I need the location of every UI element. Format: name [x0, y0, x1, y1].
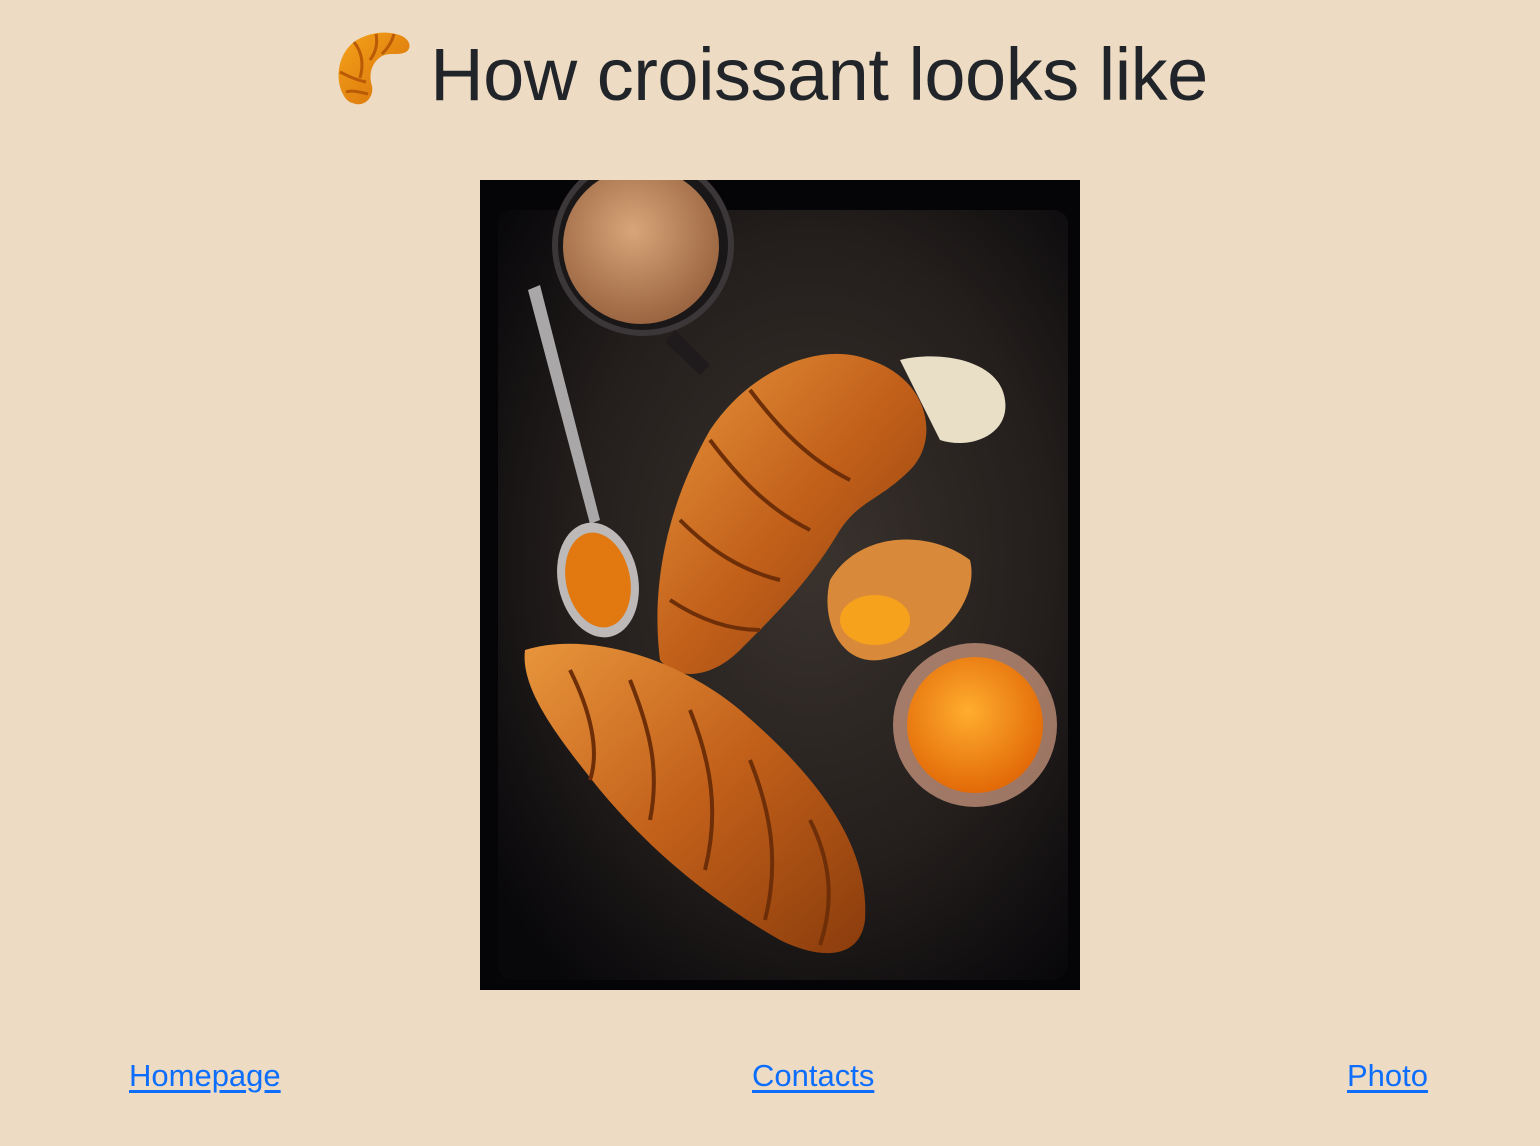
page-title: How croissant looks like	[0, 26, 1540, 123]
croissant-emoji-icon	[332, 26, 416, 110]
photo-link[interactable]: Photo	[1347, 1056, 1428, 1096]
homepage-link[interactable]: Homepage	[129, 1056, 281, 1096]
croissant-photo	[480, 180, 1080, 990]
page-title-text: How croissant looks like	[430, 33, 1208, 116]
contacts-link[interactable]: Contacts	[752, 1056, 874, 1096]
